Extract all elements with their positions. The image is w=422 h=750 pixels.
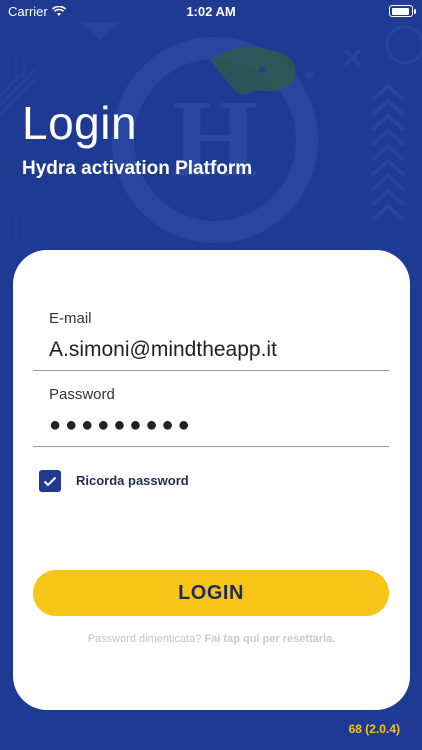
status-time: 1:02 AM [186, 4, 236, 19]
checkmark-icon [43, 476, 57, 486]
login-button[interactable]: LOGIN [33, 570, 389, 616]
forgot-password-text: Password dimenticata? Fai tap qui per re… [13, 633, 410, 645]
remember-password-label[interactable]: Ricorda password [76, 473, 189, 488]
email-underline [33, 370, 389, 371]
svg-text:H: H [172, 77, 258, 199]
password-underline [33, 446, 389, 447]
password-label: Password [49, 386, 115, 403]
reset-password-link[interactable]: Fai tap qui per resettarla. [204, 633, 335, 645]
forgot-password-prefix: Password dimenticata? [87, 633, 202, 645]
password-field[interactable]: ●●●●●●●●● [49, 414, 194, 437]
login-card: E-mail A.simoni@mindtheapp.it Password ●… [13, 250, 410, 710]
email-label: E-mail [49, 310, 92, 327]
page-title: Login [22, 97, 138, 149]
battery-icon [389, 5, 416, 17]
app-version: 68 (2.0.4) [348, 722, 400, 736]
page-subtitle: Hydra activation Platform [22, 158, 253, 179]
status-bar: Carrier 1:02 AM [0, 0, 422, 22]
email-field[interactable]: A.simoni@mindtheapp.it [49, 338, 277, 362]
remember-password-checkbox[interactable] [39, 470, 61, 492]
login-screen: H Carrier 1:02 AM Login Hydra activation… [0, 0, 422, 750]
